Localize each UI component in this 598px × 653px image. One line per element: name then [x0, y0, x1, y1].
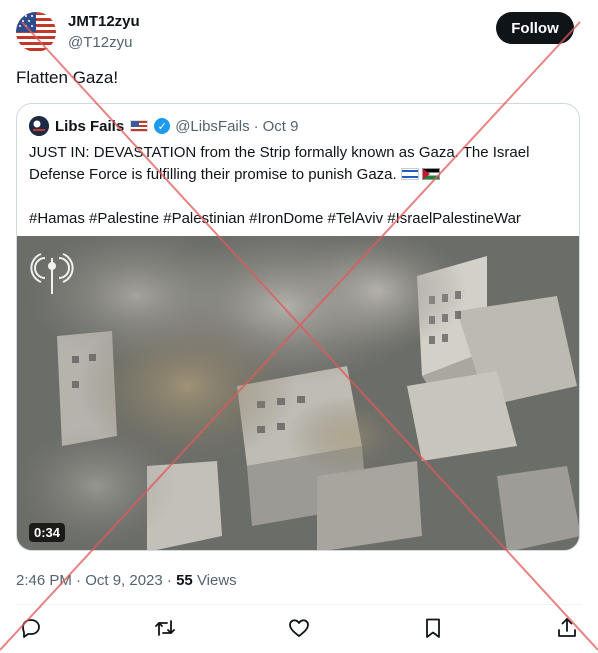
action-bar — [0, 612, 598, 648]
quoted-tweet[interactable]: Libs Fails ✓ @LibsFails · Oct 9 JUST IN:… — [16, 103, 580, 551]
tweet-timestamp[interactable]: 2:46 PM · Oct 9, 2023 · 55 Views — [16, 572, 237, 589]
quoted-tweet-header: Libs Fails ✓ @LibsFails · Oct 9 — [29, 116, 298, 136]
author-name[interactable]: JMT12zyu — [68, 13, 140, 30]
video-duration: 0:34 — [29, 523, 66, 542]
author-handle[interactable]: @T12zyu — [68, 34, 132, 51]
author-avatar[interactable] — [16, 12, 56, 52]
quoted-author-name[interactable]: Libs Fails — [55, 118, 124, 135]
libs-fails-logo-icon — [29, 116, 49, 136]
retweet-button[interactable] — [153, 616, 179, 642]
retweet-icon — [155, 620, 175, 636]
heart-icon — [289, 619, 309, 637]
us-flag-avatar-icon — [16, 12, 56, 52]
quoted-date[interactable]: Oct 9 — [263, 118, 299, 135]
meta-separator: · — [253, 117, 259, 135]
verified-badge-icon[interactable]: ✓ — [154, 118, 171, 134]
views-label: Views — [196, 572, 237, 589]
video-player[interactable]: 0:34 — [17, 236, 579, 550]
quoted-avatar[interactable] — [29, 116, 49, 136]
israel-flag-icon — [400, 168, 419, 180]
follow-button[interactable]: Follow — [496, 12, 574, 44]
share-icon — [558, 618, 576, 637]
quoted-tweet-body: JUST IN: DEVASTATION from the Strip form… — [29, 142, 569, 230]
share-button[interactable] — [555, 616, 581, 642]
bookmark-button[interactable] — [421, 616, 447, 642]
bookmark-icon — [426, 618, 440, 638]
like-button[interactable] — [287, 616, 313, 642]
palestine-flag-icon — [421, 168, 440, 180]
reply-icon — [22, 619, 40, 638]
reply-button[interactable] — [19, 616, 45, 642]
quoted-author-handle[interactable]: @LibsFails — [175, 118, 249, 135]
aerial-destruction-video-frame — [17, 236, 579, 550]
quoted-text: JUST IN: DEVASTATION from the Strip form… — [29, 144, 530, 183]
divider — [16, 604, 582, 605]
views-count: 55 — [176, 572, 193, 589]
tweet-text: Flatten Gaza! — [16, 68, 119, 87]
quoted-hashtags[interactable]: #Hamas #Palestine #Palestinian #IronDome… — [29, 208, 569, 230]
us-flag-icon — [130, 120, 149, 132]
tweet-time[interactable]: 2:46 PM · Oct 9, 2023 · — [16, 572, 172, 589]
